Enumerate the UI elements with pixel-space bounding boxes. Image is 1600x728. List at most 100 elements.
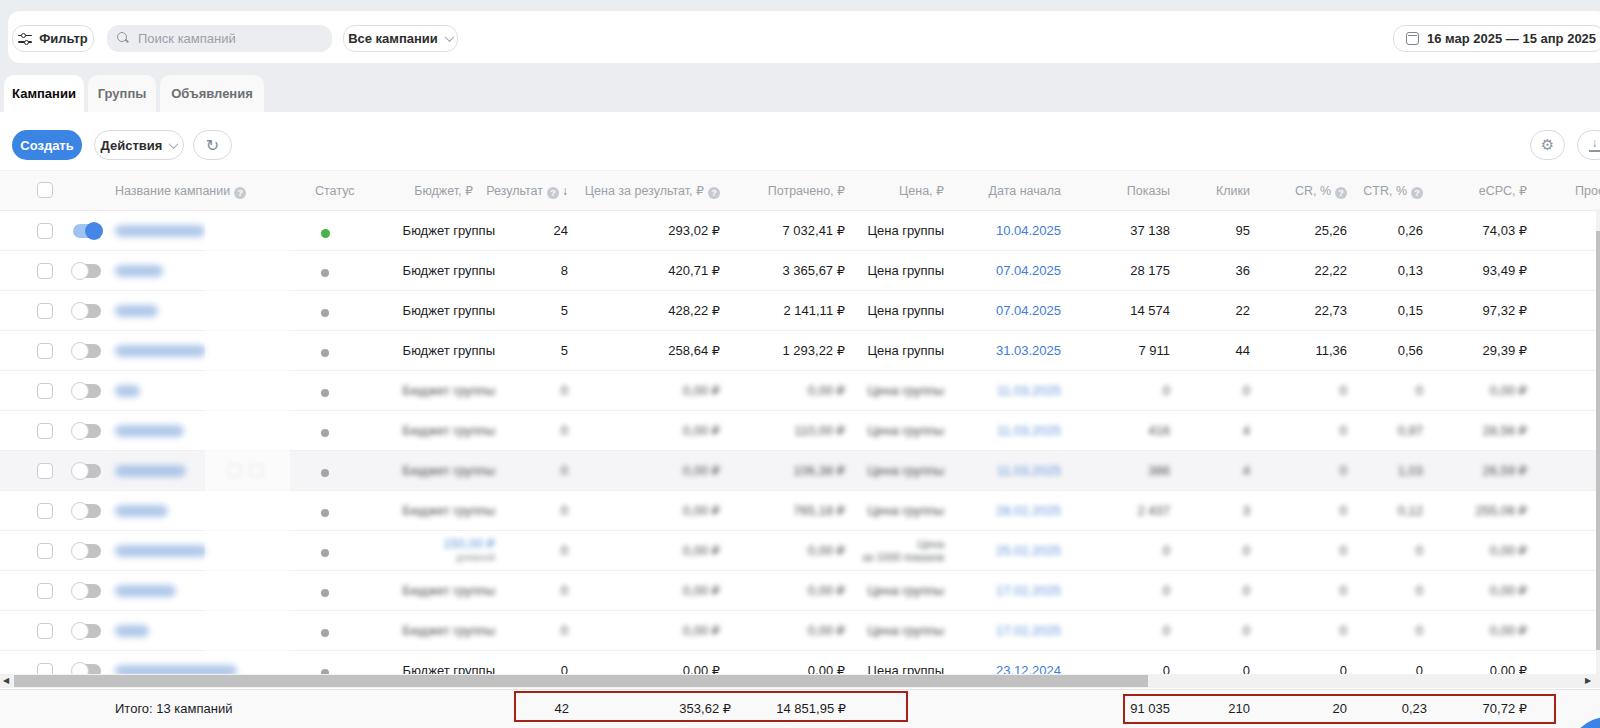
cell-cpr: 0,00 ₽ xyxy=(683,451,720,491)
vertical-scrollbar-thumb[interactable] xyxy=(1596,231,1600,650)
column-header-clicks: Клики xyxy=(1216,171,1250,211)
cell-spent: 106,38 ₽ xyxy=(793,451,845,491)
campaign-toggle[interactable] xyxy=(73,504,101,518)
cell-shows: 0 xyxy=(1163,611,1170,651)
scroll-left-arrow[interactable]: ◀ xyxy=(3,674,9,688)
info-icon[interactable]: ? xyxy=(1411,187,1423,199)
row-checkbox[interactable] xyxy=(37,343,53,359)
campaign-name-redacted[interactable] xyxy=(115,545,207,557)
cell-date[interactable]: 11.03.2025 xyxy=(997,451,1061,491)
actions-dropdown[interactable]: Действия xyxy=(94,130,184,160)
export-button[interactable]: ↓ xyxy=(1577,130,1600,160)
cell-cr: 11,36 xyxy=(1315,331,1347,371)
cell-shows: 0 xyxy=(1163,531,1170,571)
annotation-box-left xyxy=(514,691,908,722)
row-checkbox[interactable] xyxy=(37,543,53,559)
row-checkbox[interactable] xyxy=(37,223,53,239)
cell-budget: Бюджет группы xyxy=(403,411,495,451)
cell-cr: 25,26 xyxy=(1314,211,1347,251)
scroll-right-arrow[interactable]: ▶ xyxy=(1585,674,1591,688)
info-icon[interactable]: ? xyxy=(708,187,720,199)
campaign-name-redacted[interactable] xyxy=(115,465,186,477)
cell-shows: 28 175 xyxy=(1130,251,1170,291)
cell-date[interactable]: 31.03.2025 xyxy=(996,331,1061,371)
cell-date[interactable]: 28.02.2025 xyxy=(996,491,1061,531)
cell-ecpc: 97,32 ₽ xyxy=(1483,291,1527,331)
row-checkbox[interactable] xyxy=(37,383,53,399)
campaign-name-redacted[interactable] xyxy=(115,305,158,317)
cell-budget: Бюджет группы xyxy=(403,571,495,611)
campaign-toggle[interactable] xyxy=(73,544,101,558)
tab-groups[interactable]: Группы xyxy=(88,75,156,112)
status-dot-green xyxy=(321,229,330,238)
cell-date[interactable]: 17.02.2025 xyxy=(996,611,1061,651)
campaign-toggle[interactable] xyxy=(73,224,101,238)
campaign-name-redacted[interactable] xyxy=(115,225,205,237)
cell-date[interactable]: 10.04.2025 xyxy=(996,211,1061,251)
refresh-button[interactable]: ↻ xyxy=(193,130,232,160)
cell-budget: Бюджет группы xyxy=(403,291,495,331)
date-range-button[interactable]: 16 мар 2025 — 15 апр 2025 xyxy=(1393,25,1600,52)
tab-ads[interactable]: Объявления xyxy=(160,75,264,112)
campaign-name-redacted[interactable] xyxy=(115,425,184,437)
campaign-toggle[interactable] xyxy=(73,304,101,318)
cell-price: Цена группы xyxy=(867,611,944,651)
info-icon[interactable]: ? xyxy=(547,187,559,199)
row-checkbox[interactable] xyxy=(37,623,53,639)
campaign-toggle[interactable] xyxy=(73,424,101,438)
campaign-name-redacted[interactable] xyxy=(115,265,163,277)
cell-clicks: 0 xyxy=(1243,371,1250,411)
search-input[interactable]: Поиск кампаний xyxy=(107,25,332,52)
cell-date[interactable]: 11.03.2025 xyxy=(997,411,1061,451)
campaign-name-redacted[interactable] xyxy=(115,585,176,597)
create-button[interactable]: Создать xyxy=(12,130,82,160)
cell-cr: 0 xyxy=(1340,531,1347,571)
cell-date[interactable]: 07.04.2025 xyxy=(996,291,1061,331)
campaign-toggle[interactable] xyxy=(73,464,101,478)
tab-ads-label: Объявления xyxy=(171,86,253,101)
horizontal-scrollbar[interactable]: ◀ ▶ xyxy=(0,674,1600,688)
campaign-name-redacted[interactable] xyxy=(115,505,168,517)
campaign-toggle[interactable] xyxy=(73,384,101,398)
row-checkbox[interactable] xyxy=(37,583,53,599)
campaign-name-redacted[interactable] xyxy=(115,345,206,357)
cell-ctr: 1,03 xyxy=(1398,451,1423,491)
row-checkbox[interactable] xyxy=(37,303,53,319)
tab-campaigns[interactable]: Кампании xyxy=(4,75,84,112)
info-icon[interactable]: ? xyxy=(234,187,246,199)
campaign-scope-dropdown[interactable]: Все кампании xyxy=(343,25,458,52)
campaign-toggle[interactable] xyxy=(73,264,101,278)
column-header-result[interactable]: Результат?↓ xyxy=(486,171,568,211)
campaign-toggle[interactable] xyxy=(73,624,101,638)
filter-button[interactable]: Фильтр xyxy=(12,25,94,52)
cell-clicks: 3 xyxy=(1243,491,1250,531)
toggle-knob xyxy=(71,542,89,560)
row-checkbox[interactable] xyxy=(37,463,53,479)
cell-date[interactable]: 07.04.2025 xyxy=(996,251,1061,291)
cell-date[interactable]: 17.02.2025 xyxy=(996,571,1061,611)
row-checkbox[interactable] xyxy=(37,263,53,279)
campaign-toggle[interactable] xyxy=(73,344,101,358)
cell-price: Цена группы xyxy=(867,451,944,491)
info-icon[interactable]: ? xyxy=(1335,187,1347,199)
cell-date[interactable]: 11.03.2025 xyxy=(997,371,1061,411)
row-checkbox[interactable] xyxy=(37,503,53,519)
status-dot-gray xyxy=(321,589,329,597)
campaign-name-redacted[interactable] xyxy=(115,385,140,397)
column-settings-button[interactable]: ⚙ xyxy=(1530,130,1565,160)
cell-spent: 110,00 ₽ xyxy=(794,411,845,451)
row-checkbox[interactable] xyxy=(37,423,53,439)
horizontal-scrollbar-thumb[interactable] xyxy=(14,675,1148,687)
cell-cr: 0 xyxy=(1340,491,1347,531)
toggle-knob xyxy=(71,622,89,640)
vertical-scrollbar[interactable] xyxy=(1596,209,1600,674)
column-header-shows: Показы xyxy=(1127,171,1170,211)
cell-ctr: 0,56 xyxy=(1398,331,1423,371)
select-all-checkbox[interactable] xyxy=(37,182,53,198)
status-dot-gray xyxy=(321,469,329,477)
cell-date[interactable]: 25.02.2025 xyxy=(996,531,1061,571)
column-header-views: Прос xyxy=(1575,171,1600,211)
campaign-name-redacted[interactable] xyxy=(115,625,149,637)
status-dot-gray xyxy=(321,429,329,437)
campaign-toggle[interactable] xyxy=(73,584,101,598)
